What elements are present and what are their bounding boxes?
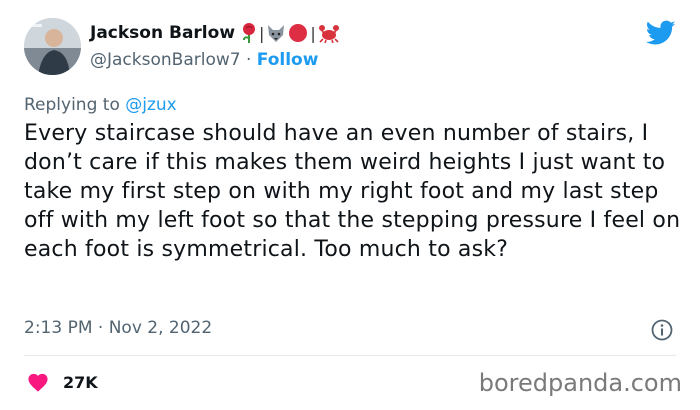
author-handle-row: @JacksonBarlow7 · Follow	[90, 50, 318, 70]
author-display-name[interactable]: Jackson Barlow	[90, 23, 235, 43]
author-handle[interactable]: @JacksonBarlow7	[90, 50, 241, 70]
avatar[interactable]	[24, 18, 81, 75]
author-name-row: Jackson Barlow | |	[90, 21, 340, 45]
info-icon[interactable]	[651, 319, 673, 341]
reply-mention-link[interactable]: @jzux	[125, 95, 176, 115]
red-circle-emoji-icon	[289, 24, 308, 42]
twitter-bird-icon[interactable]	[646, 20, 676, 46]
name-separator: |	[259, 23, 265, 43]
crab-emoji-icon	[318, 25, 339, 43]
wolf-emoji-icon	[268, 25, 285, 42]
boredpanda-watermark: boredpanda.com	[478, 369, 682, 397]
replying-to: Replying to @jzux	[24, 95, 177, 115]
name-decorations: | |	[241, 22, 340, 44]
handle-separator: ·	[245, 50, 252, 70]
divider	[24, 355, 676, 356]
name-separator: |	[310, 23, 316, 43]
follow-button[interactable]: Follow	[257, 50, 319, 70]
heart-icon[interactable]	[27, 372, 49, 392]
like-count: 27K	[63, 372, 98, 392]
tweet-timestamp[interactable]: 2:13 PM · Nov 2, 2022	[24, 318, 212, 338]
like-action[interactable]: 27K	[27, 372, 98, 392]
tweet-text: Every staircase should have an even numb…	[24, 121, 681, 262]
rose-emoji-icon	[243, 23, 256, 43]
replying-to-label: Replying to	[24, 95, 120, 115]
